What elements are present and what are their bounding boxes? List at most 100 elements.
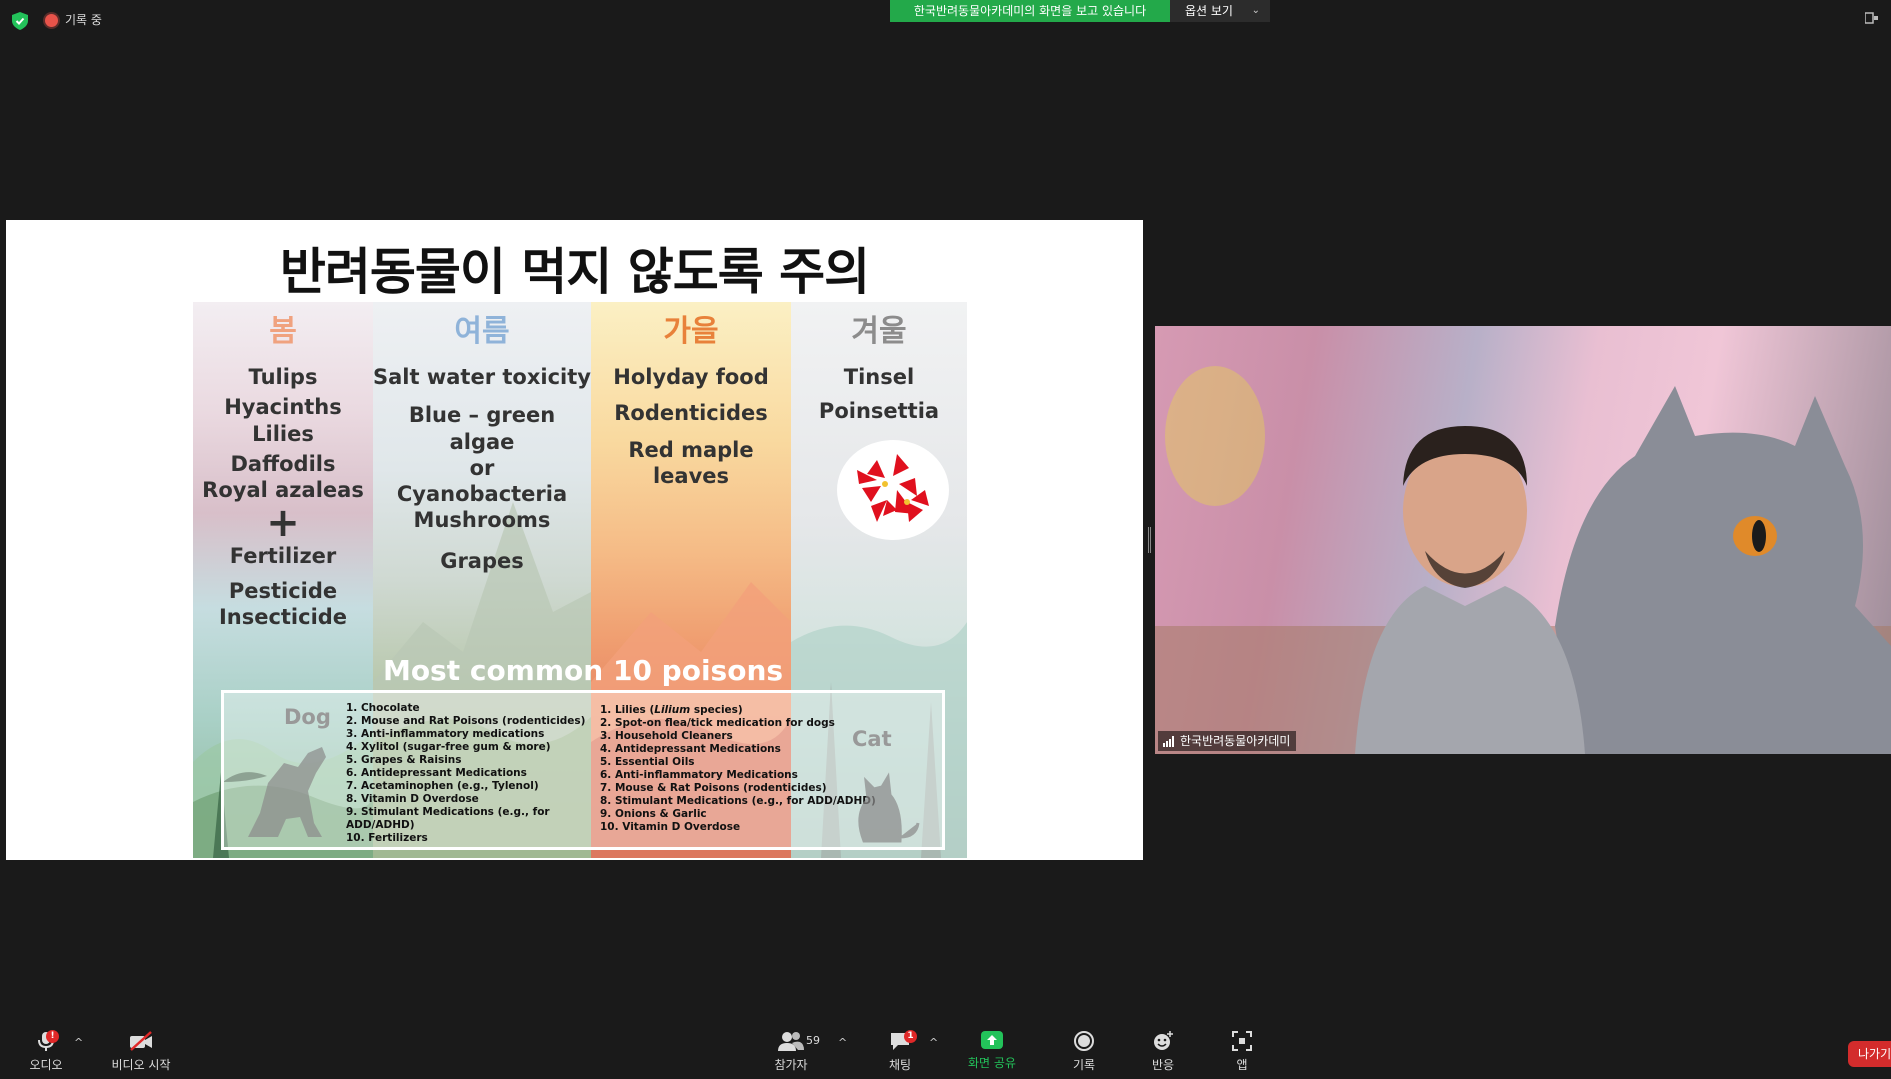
common-poisons-title: Most common 10 poisons xyxy=(382,654,784,687)
spring-item: Daffodils xyxy=(230,451,336,476)
participant-video[interactable]: 한국반려동물아카데미 xyxy=(1155,326,1891,754)
spring-item: Tulips xyxy=(248,365,318,389)
cat-poison-item: 5. Essential Oils xyxy=(600,756,695,768)
summer-item: Blue – green xyxy=(408,403,556,428)
plus-sign: + xyxy=(266,500,300,547)
chevron-down-icon: ⌄ xyxy=(1251,5,1260,16)
apps-button[interactable]: 앱 xyxy=(1228,1030,1256,1073)
slide-title: 반려동물이 먹지 않도록 주의 xyxy=(279,243,870,301)
record-button[interactable]: 기록 xyxy=(1066,1030,1102,1073)
dog-poison-item: 10. Fertilizers xyxy=(346,832,428,844)
leave-button[interactable]: 나가기 xyxy=(1848,1041,1891,1067)
cat-poison-item: 8. Stimulant Medications (e.g., for ADD/… xyxy=(600,795,876,807)
view-options-button[interactable]: 옵션 보기 ⌄ xyxy=(1170,0,1270,22)
summer-item: Salt water toxicity xyxy=(373,365,591,389)
cat-poison-item: 3. Household Cleaners xyxy=(600,730,733,742)
start-video-label: 비디오 시작 xyxy=(111,1058,171,1072)
dog-poison-item: 6. Antidepressant Medications xyxy=(346,767,527,779)
chat-options-caret-icon[interactable]: ^ xyxy=(929,1036,938,1049)
emoji-reaction-icon xyxy=(1154,1031,1173,1050)
audio-options-caret-icon[interactable]: ^ xyxy=(74,1036,83,1049)
recording-icon xyxy=(45,14,58,27)
cat-poison-item: 7. Mouse & Rat Poisons (rodenticides) xyxy=(600,782,827,794)
dog-poison-item: 3. Anti-inflammatory medications xyxy=(346,728,545,740)
chat-unread-badge: 1 xyxy=(904,1030,917,1043)
audio-label: 오디오 xyxy=(29,1058,63,1072)
participants-label: 참가자 xyxy=(774,1058,808,1072)
autumn-item: leaves xyxy=(652,463,730,488)
spring-item: Pesticide xyxy=(228,578,338,603)
apps-label: 앱 xyxy=(1236,1058,1248,1072)
share-screen-label: 화면 공유 xyxy=(968,1056,1016,1070)
dog-poison-item: 8. Vitamin D Overdose xyxy=(346,793,479,805)
reactions-button[interactable]: 반응 xyxy=(1145,1030,1181,1073)
spring-item: Lilies xyxy=(252,421,314,446)
cat-label: Cat xyxy=(852,727,892,751)
summer-item: Cyanobacteria xyxy=(396,482,568,506)
season-name: 봄 xyxy=(269,314,297,349)
shared-screen: 반려동물이 먹지 않도록 주의 봄 Tulips Hyacinths Lilie… xyxy=(6,220,1143,860)
participants-options-caret-icon[interactable]: ^ xyxy=(838,1036,847,1049)
cat-silhouette xyxy=(858,772,920,843)
summer-items: Salt water toxicity Blue – green algae o… xyxy=(373,364,591,574)
summer-item: algae xyxy=(449,429,515,454)
autumn-item: Red maple xyxy=(628,437,754,462)
season-name: 겨울 xyxy=(851,314,907,349)
seasons-panel: 봄 Tulips Hyacinths Lilies Daffodils Roya… xyxy=(193,302,967,858)
dog-silhouette xyxy=(248,747,326,837)
security-shield-icon[interactable] xyxy=(12,12,28,30)
participant-name: 한국반려동물아카데미 xyxy=(1180,734,1291,748)
share-screen-icon xyxy=(981,1031,1003,1049)
winter-items: Tinsel Poinsettia xyxy=(791,364,967,425)
apps-icon xyxy=(1232,1031,1252,1051)
participant-name-tag: 한국반려동물아카데미 xyxy=(1158,731,1297,751)
autumn-items: Holyday food Rodenticides Red maple leav… xyxy=(591,364,791,489)
autumn-item: Holyday food xyxy=(613,365,769,389)
dog-poison-item: 4. Xylitol (sugar-free gum & more) xyxy=(346,741,551,753)
view-options-label: 옵션 보기 xyxy=(1185,4,1233,18)
cat-poison-item: 2. Spot-on flea/tick medication for dogs xyxy=(600,717,835,729)
signal-strength-icon xyxy=(1163,736,1174,747)
audio-warning-badge: ! xyxy=(46,1030,59,1043)
cat-poisons-list: 1. Lilies (Lilium species) 2. Spot-on fl… xyxy=(600,704,876,834)
cat-poison-item: 4. Antidepressant Medications xyxy=(600,743,781,755)
dog-poison-item: 1. Chocolate xyxy=(346,702,420,714)
cat-poison-italic: Lilium xyxy=(654,704,691,716)
view-mode-icon[interactable] xyxy=(1864,12,1891,26)
spring-item: Fertilizer xyxy=(229,544,337,569)
viewing-screen-banner: 한국반려동물아카데미의 화면을 보고 있습니다 xyxy=(890,0,1170,22)
dog-poison-item: 9. Stimulant Medications (e.g., for xyxy=(346,806,550,818)
record-label: 기록 xyxy=(1072,1058,1096,1072)
spring-item: Hyacinths xyxy=(224,395,342,420)
dog-label: Dog xyxy=(284,705,331,729)
winter-item: Poinsettia xyxy=(818,399,940,424)
dog-poison-item: 7. Acetaminophen (e.g., Tylenol) xyxy=(346,780,539,792)
cat-poison-text: species) xyxy=(690,704,743,716)
spring-item: Insecticide xyxy=(218,604,348,629)
autumn-item: Rodenticides xyxy=(614,401,768,426)
cat-poison-item: 6. Anti-inflammatory Medications xyxy=(600,769,798,781)
participants-count: 59 xyxy=(806,1034,820,1047)
reactions-label: 반응 xyxy=(1151,1058,1175,1072)
winter-item: Tinsel xyxy=(843,365,915,389)
summer-item: Grapes xyxy=(440,548,524,573)
spring-items: Tulips Hyacinths Lilies Daffodils Royal … xyxy=(193,364,373,630)
poinsettia-image xyxy=(837,440,949,540)
cat-poison-item: 9. Onions & Garlic xyxy=(600,808,707,820)
dog-poison-item: 5. Grapes & Raisins xyxy=(346,754,462,766)
dog-poison-item: 2. Mouse and Rat Poisons (rodenticides) xyxy=(346,715,586,727)
record-icon xyxy=(1074,1031,1094,1051)
video-scene xyxy=(1155,366,1891,754)
recording-status: 기록 중 xyxy=(65,13,102,27)
video-off-icon xyxy=(130,1031,152,1051)
cat-poison-item: 1. Lilies (Lilium species) xyxy=(600,704,876,717)
participants-icon xyxy=(778,1032,804,1051)
season-name: 여름 xyxy=(454,314,510,349)
panel-resize-handle[interactable] xyxy=(1148,527,1151,553)
dog-poison-item: ADD/ADHD) xyxy=(346,819,415,831)
start-video-button[interactable]: 비디오 시작 xyxy=(104,1030,178,1073)
summer-item: Mushrooms xyxy=(413,508,551,533)
share-screen-button[interactable]: 화면 공유 xyxy=(962,1030,1022,1071)
poisons-list-box: Dog 1. Chocolate 2. Mouse and Rat Poison… xyxy=(221,690,945,850)
summer-item: or xyxy=(469,455,495,480)
